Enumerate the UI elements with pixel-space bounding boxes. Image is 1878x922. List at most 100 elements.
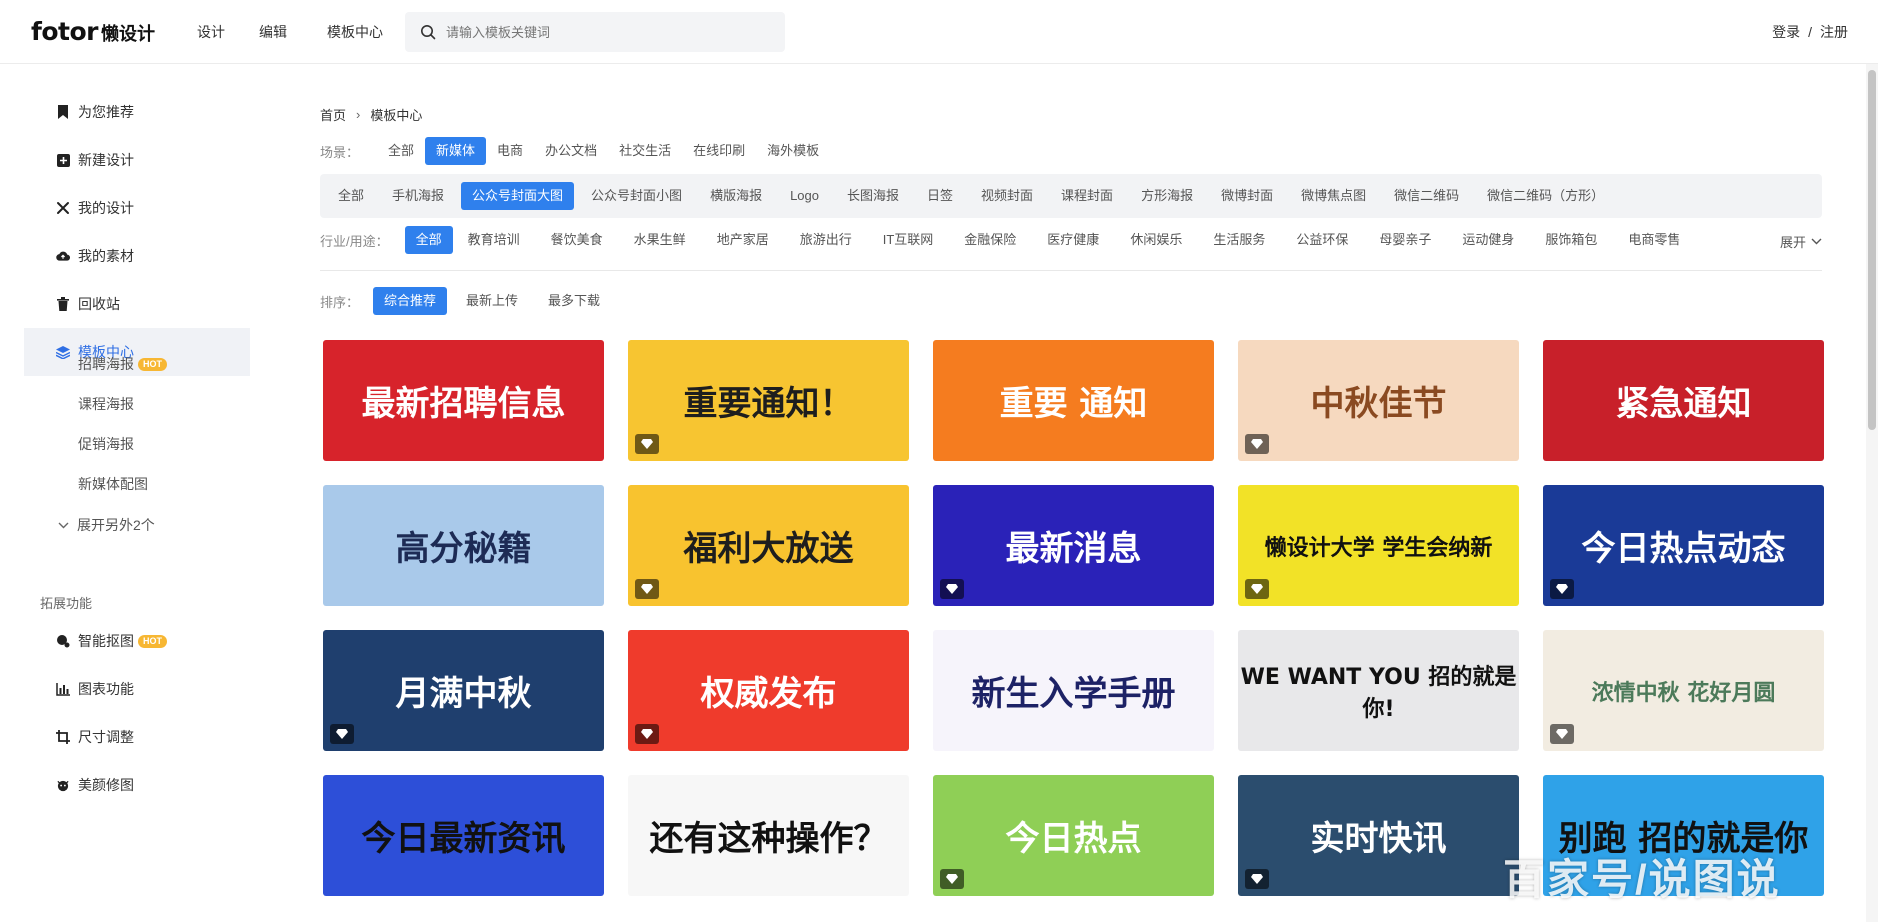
format-chip[interactable]: 微信二维码（方形） bbox=[1476, 182, 1615, 210]
template-card[interactable]: 还有这种操作？ bbox=[628, 775, 909, 896]
breadcrumb-home[interactable]: 首页 bbox=[320, 105, 346, 124]
industry-expand-button[interactable]: 展开 bbox=[1780, 232, 1822, 251]
nav-edit[interactable]: 编辑 bbox=[259, 22, 287, 42]
template-card[interactable]: 最新消息 bbox=[933, 485, 1214, 606]
industry-chip[interactable]: IT互联网 bbox=[872, 226, 945, 254]
format-chip-active[interactable]: 公众号封面大图 bbox=[461, 182, 575, 210]
format-chip[interactable]: 日签 bbox=[916, 182, 964, 210]
industry-chip-active[interactable]: 全部 bbox=[404, 226, 453, 254]
auth-separator: / bbox=[1808, 24, 1812, 40]
template-card[interactable]: 重要通知！ bbox=[628, 340, 909, 461]
logo-sub: 懒设计 bbox=[101, 24, 156, 44]
sidebar-item-label: 回收站 bbox=[78, 296, 120, 312]
format-chip[interactable]: 横版海报 bbox=[699, 182, 773, 210]
format-chip[interactable]: 微博焦点图 bbox=[1290, 182, 1377, 210]
industry-chip[interactable]: 生活服务 bbox=[1202, 226, 1276, 254]
template-card[interactable]: 最新招聘信息 bbox=[323, 340, 604, 461]
format-filter: 全部 手机海报 公众号封面大图 公众号封面小图 横版海报 Logo 长图海报 日… bbox=[320, 174, 1822, 218]
industry-chip[interactable]: 服饰箱包 bbox=[1534, 226, 1608, 254]
template-card[interactable]: 紧急通知 bbox=[1543, 340, 1824, 461]
scene-chip[interactable]: 海外模板 bbox=[756, 137, 830, 165]
industry-chip[interactable]: 水果生鲜 bbox=[623, 226, 697, 254]
scene-chip[interactable]: 社交生活 bbox=[608, 137, 682, 165]
scene-chip[interactable]: 办公文档 bbox=[534, 137, 608, 165]
scene-chip[interactable]: 全部 bbox=[377, 137, 425, 165]
register-link[interactable]: 注册 bbox=[1820, 24, 1848, 40]
template-title: 高分秘籍 bbox=[395, 529, 532, 569]
scrollbar-thumb[interactable] bbox=[1868, 70, 1876, 430]
template-card[interactable]: WE WANT YOU 招的就是你! bbox=[1238, 630, 1519, 751]
sidebar-item-my-designs[interactable]: 我的设计 bbox=[24, 184, 250, 232]
tools-icon bbox=[56, 201, 70, 215]
format-chip[interactable]: 全部 bbox=[327, 182, 375, 210]
scene-chip-active[interactable]: 新媒体 bbox=[425, 137, 487, 165]
scene-chip[interactable]: 电商 bbox=[486, 137, 534, 165]
industry-chip[interactable]: 金融保险 bbox=[953, 226, 1027, 254]
nav-template-center[interactable]: 模板中心 bbox=[327, 22, 383, 42]
template-card[interactable]: 权威发布 bbox=[628, 630, 909, 751]
sort-chip[interactable]: 最多下载 bbox=[537, 287, 611, 315]
sidebar-sub-newmedia[interactable]: 新媒体配图 bbox=[78, 474, 148, 494]
format-chip[interactable]: Logo bbox=[779, 182, 830, 210]
industry-chip[interactable]: 旅游出行 bbox=[789, 226, 863, 254]
sidebar-item-label: 我的设计 bbox=[78, 200, 134, 216]
template-card[interactable]: 今日热点 bbox=[933, 775, 1214, 896]
industry-chip[interactable]: 母婴亲子 bbox=[1368, 226, 1442, 254]
crop-icon bbox=[56, 730, 70, 744]
template-title: 浓情中秋 花好月圆 bbox=[1591, 680, 1776, 706]
sidebar-item-label: 美颜修图 bbox=[78, 777, 134, 793]
sidebar-expand-more[interactable]: 展开另外2个 bbox=[58, 515, 155, 535]
nav-design[interactable]: 设计 bbox=[197, 22, 225, 42]
template-card[interactable]: 今日热点动态 bbox=[1543, 485, 1824, 606]
template-card[interactable]: 高分秘籍 bbox=[323, 485, 604, 606]
industry-chip[interactable]: 电商零售 bbox=[1617, 226, 1691, 254]
template-card[interactable]: 浓情中秋 花好月圆 bbox=[1543, 630, 1824, 751]
sidebar-item-smart-cutout[interactable]: 智能抠图 HOT bbox=[24, 617, 250, 665]
format-chip[interactable]: 长图海报 bbox=[836, 182, 910, 210]
sidebar-item-my-assets[interactable]: 我的素材 bbox=[24, 232, 250, 280]
search-input[interactable] bbox=[446, 24, 766, 40]
breadcrumb-current: 模板中心 bbox=[370, 108, 423, 123]
template-title: 权威发布 bbox=[700, 674, 837, 714]
industry-chip[interactable]: 地产家居 bbox=[706, 226, 780, 254]
sidebar-sub-course[interactable]: 课程海报 bbox=[78, 394, 134, 414]
template-card[interactable]: 今日最新资讯 bbox=[323, 775, 604, 896]
format-chip[interactable]: 微博封面 bbox=[1210, 182, 1284, 210]
template-card[interactable]: 重要 通知 bbox=[933, 340, 1214, 461]
format-chip[interactable]: 手机海报 bbox=[381, 182, 455, 210]
template-card[interactable]: 实时快讯 bbox=[1238, 775, 1519, 896]
scene-chip[interactable]: 在线印刷 bbox=[682, 137, 756, 165]
sidebar-item-resize[interactable]: 尺寸调整 bbox=[24, 713, 250, 761]
sidebar-item-new-design[interactable]: 新建设计 bbox=[24, 136, 250, 184]
breadcrumb: 首页 › 模板中心 bbox=[320, 105, 422, 124]
format-chip[interactable]: 公众号封面小图 bbox=[580, 182, 693, 210]
template-card[interactable]: 月满中秋 bbox=[323, 630, 604, 751]
format-chip[interactable]: 课程封面 bbox=[1050, 182, 1124, 210]
sidebar-sub-promo[interactable]: 促销海报 bbox=[78, 434, 134, 454]
template-card[interactable]: 懒设计大学 学生会纳新 bbox=[1238, 485, 1519, 606]
template-card[interactable]: 新生入学手册 bbox=[933, 630, 1214, 751]
sidebar-item-chart[interactable]: 图表功能 bbox=[24, 665, 250, 713]
template-card[interactable]: 中秋佳节 bbox=[1238, 340, 1519, 461]
sidebar-sub-recruit[interactable]: 招聘海报 HOT bbox=[78, 354, 167, 374]
industry-chip[interactable]: 教育培训 bbox=[457, 226, 531, 254]
search-box[interactable] bbox=[405, 12, 785, 52]
logo[interactable]: fotor 懒设计 bbox=[31, 17, 155, 47]
format-chip[interactable]: 视频封面 bbox=[970, 182, 1044, 210]
scene-filter: 场景： 全部 新媒体 电商 办公文档 社交生活 在线印刷 海外模板 bbox=[320, 137, 830, 165]
sort-chip[interactable]: 最新上传 bbox=[455, 287, 529, 315]
format-chip[interactable]: 方形海报 bbox=[1130, 182, 1204, 210]
industry-chip[interactable]: 医疗健康 bbox=[1036, 226, 1110, 254]
diamond-icon bbox=[1245, 579, 1269, 599]
industry-chip[interactable]: 休闲娱乐 bbox=[1119, 226, 1193, 254]
sidebar-item-trash[interactable]: 回收站 bbox=[24, 280, 250, 328]
sidebar-item-beauty[interactable]: 美颜修图 bbox=[24, 761, 250, 809]
industry-chip[interactable]: 餐饮美食 bbox=[540, 226, 614, 254]
sidebar-item-recommend[interactable]: 为您推荐 bbox=[24, 88, 250, 136]
sort-chip-active[interactable]: 综合推荐 bbox=[373, 287, 448, 315]
format-chip[interactable]: 微信二维码 bbox=[1383, 182, 1470, 210]
template-card[interactable]: 福利大放送 bbox=[628, 485, 909, 606]
login-link[interactable]: 登录 bbox=[1772, 24, 1800, 40]
industry-chip[interactable]: 运动健身 bbox=[1451, 226, 1525, 254]
industry-chip[interactable]: 公益环保 bbox=[1285, 226, 1359, 254]
